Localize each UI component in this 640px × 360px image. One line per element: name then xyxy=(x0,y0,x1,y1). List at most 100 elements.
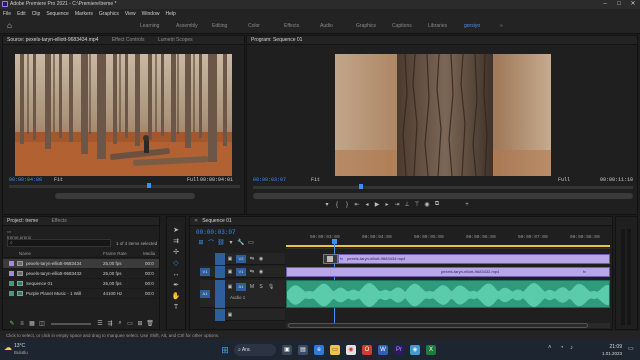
add-marker-icon[interactable]: ▾ xyxy=(226,239,236,246)
linked-selection-icon[interactable]: ⛓ xyxy=(216,239,226,246)
network-icon[interactable]: ◔ xyxy=(560,345,564,351)
timeline-horizontal-scrollbar[interactable] xyxy=(286,323,610,328)
source-video-frame[interactable] xyxy=(15,54,232,176)
delete-icon[interactable]: 🗑 xyxy=(145,320,155,327)
source-quality-select[interactable]: Full xyxy=(187,177,199,183)
list-item[interactable]: pexels-taryn-elliott-9683432 25,00 fps 0… xyxy=(3,269,159,279)
sync-lock-icon[interactable]: ⇆ xyxy=(249,256,255,262)
program-quality-select[interactable]: Full xyxy=(558,177,570,183)
clip-thumbnail-v2[interactable] xyxy=(323,254,338,264)
menu-graphics[interactable]: Graphics xyxy=(99,11,119,17)
icon-view-icon[interactable]: ▦ xyxy=(27,320,37,327)
list-item[interactable]: pexels-taryn-elliott-9683434 25,00 fps 0… xyxy=(3,259,159,269)
tray-overflow-icon[interactable]: ˄ xyxy=(548,345,552,351)
step-back-icon[interactable]: ◂ xyxy=(362,201,372,208)
solo-button[interactable]: S xyxy=(258,284,264,290)
goto-in-icon[interactable]: ⇤ xyxy=(352,201,362,208)
thumbnail-size-slider[interactable] xyxy=(51,322,91,325)
widgets-icon[interactable]: ▤ xyxy=(298,345,308,355)
clock-time[interactable]: 21:09 xyxy=(582,344,622,350)
sort-icon[interactable]: ☰ xyxy=(95,320,105,327)
program-fit-select[interactable]: Fit xyxy=(311,177,320,183)
tab-lumetri-scopes[interactable]: Lumetri Scopes xyxy=(158,37,193,43)
timeline-timecode[interactable]: 00:00:03:07 xyxy=(196,229,236,236)
workspace-captions[interactable]: Captions xyxy=(392,23,428,29)
automate-icon[interactable]: ⇶ xyxy=(105,320,115,327)
list-item[interactable]: Purple Planet Music - 1 Will 44100 Hz 00… xyxy=(3,289,159,299)
menu-view[interactable]: View xyxy=(125,11,136,17)
track-select-tool-icon[interactable]: ⇉ xyxy=(171,237,181,247)
source-scrub-bar[interactable] xyxy=(9,185,240,188)
marker-icon[interactable]: ▾ xyxy=(322,201,332,208)
home-icon[interactable]: ⌂ xyxy=(7,22,16,30)
selection-tool-icon[interactable]: ➤ xyxy=(171,226,181,236)
workspace-overflow[interactable]: » xyxy=(500,23,510,29)
find-icon[interactable]: ⌕ xyxy=(115,320,125,327)
program-zoom-bar[interactable] xyxy=(253,193,633,199)
program-video-frame[interactable] xyxy=(335,54,551,176)
edge-browser-icon[interactable]: e xyxy=(314,345,324,355)
column-frame-rate[interactable]: Frame Rate xyxy=(103,251,127,256)
tab-project[interactable]: Project: treme xyxy=(7,218,38,224)
column-name[interactable]: Name xyxy=(19,251,31,256)
track-target-a1[interactable]: A1 xyxy=(236,283,246,291)
menu-window[interactable]: Window xyxy=(142,11,160,17)
tab-sequence-01[interactable]: Sequence 01 xyxy=(202,218,231,224)
new-bin-icon[interactable]: ▭ xyxy=(125,320,135,327)
mark-in-icon[interactable]: { xyxy=(332,202,342,208)
weather-temp[interactable]: 13°C xyxy=(14,343,25,349)
razor-tool-icon[interactable]: ◇ xyxy=(171,259,181,269)
program-scrub-bar[interactable] xyxy=(253,186,633,189)
slip-tool-icon[interactable]: ↔ xyxy=(171,270,181,280)
workspace-assembly[interactable]: Assembly xyxy=(176,23,212,29)
tab-source[interactable]: Source: pexels-taryn-elliott-9683434.mp4 xyxy=(7,37,98,43)
menu-clip[interactable]: Clip xyxy=(32,11,41,17)
pen-tool-icon[interactable]: ✒ xyxy=(171,281,181,291)
video-clip-v1[interactable]: pexels-taryn-elliott-9683432.mp4 fx xyxy=(286,267,610,277)
lock-icon[interactable]: ▣ xyxy=(227,284,233,290)
column-media[interactable]: Media xyxy=(143,251,155,256)
menu-edit[interactable]: Edit xyxy=(17,11,26,17)
opera-icon[interactable]: O xyxy=(362,345,372,355)
list-view-icon[interactable]: ≡ xyxy=(17,321,27,327)
clock-date[interactable]: 1.01.2023 xyxy=(582,351,622,356)
word-icon[interactable]: W xyxy=(378,345,388,355)
ripple-edit-tool-icon[interactable]: ✢ xyxy=(171,248,181,258)
track-target-v2[interactable]: V2 xyxy=(236,255,246,263)
menu-markers[interactable]: Markers xyxy=(75,11,93,17)
project-search-input[interactable]: ⌕ xyxy=(7,239,111,247)
list-item[interactable]: Sequence 01 25,00 fps 00:0 xyxy=(3,279,159,289)
task-view-icon[interactable]: ▣ xyxy=(282,345,292,355)
lock-icon[interactable]: ▣ xyxy=(227,312,233,318)
lock-icon[interactable]: ▣ xyxy=(227,269,233,275)
program-playhead[interactable] xyxy=(359,184,363,189)
excel-icon[interactable]: X xyxy=(426,345,436,355)
tab-effects[interactable]: Effects xyxy=(52,218,67,224)
tab-effect-controls[interactable]: Effect Controls xyxy=(112,37,145,43)
workspace-graphics[interactable]: Graphics xyxy=(356,23,392,29)
taskbar-search-box[interactable]: ⌕ Ara xyxy=(234,344,276,356)
step-forward-icon[interactable]: ▸ xyxy=(382,201,392,208)
menu-sequence[interactable]: Sequence xyxy=(46,11,69,17)
source-patch-v1[interactable]: V1 xyxy=(200,268,210,276)
source-fit-select[interactable]: Fit xyxy=(54,177,63,183)
goto-out-icon[interactable]: ⇥ xyxy=(392,201,402,208)
chrome-icon[interactable]: ◉ xyxy=(346,345,356,355)
track-target-v1[interactable]: V1 xyxy=(236,268,246,276)
close-button[interactable]: ✕ xyxy=(626,0,640,9)
snap-icon[interactable]: ⌒ xyxy=(206,238,216,247)
extract-icon[interactable]: ⊤ xyxy=(412,201,422,208)
workspace-color[interactable]: Color xyxy=(248,23,284,29)
workspace-audio[interactable]: Audio xyxy=(320,23,356,29)
play-icon[interactable]: ▶ xyxy=(372,201,382,208)
source-patch-a1[interactable]: A1 xyxy=(200,290,210,298)
hand-tool-icon[interactable]: ✋ xyxy=(171,292,181,302)
premiere-pro-icon[interactable]: Pr xyxy=(394,345,404,355)
workspace-libraries[interactable]: Libraries xyxy=(428,23,464,29)
mark-out-icon[interactable]: } xyxy=(342,202,352,208)
source-timecode-current[interactable]: 00:00:04:00 xyxy=(9,177,42,183)
photos-icon[interactable]: ◈ xyxy=(410,345,420,355)
close-sequence-icon[interactable]: ✕ xyxy=(194,218,198,224)
microphone-icon[interactable]: 🎙 xyxy=(268,284,274,290)
windows-start-icon[interactable]: ⊞ xyxy=(220,345,230,355)
